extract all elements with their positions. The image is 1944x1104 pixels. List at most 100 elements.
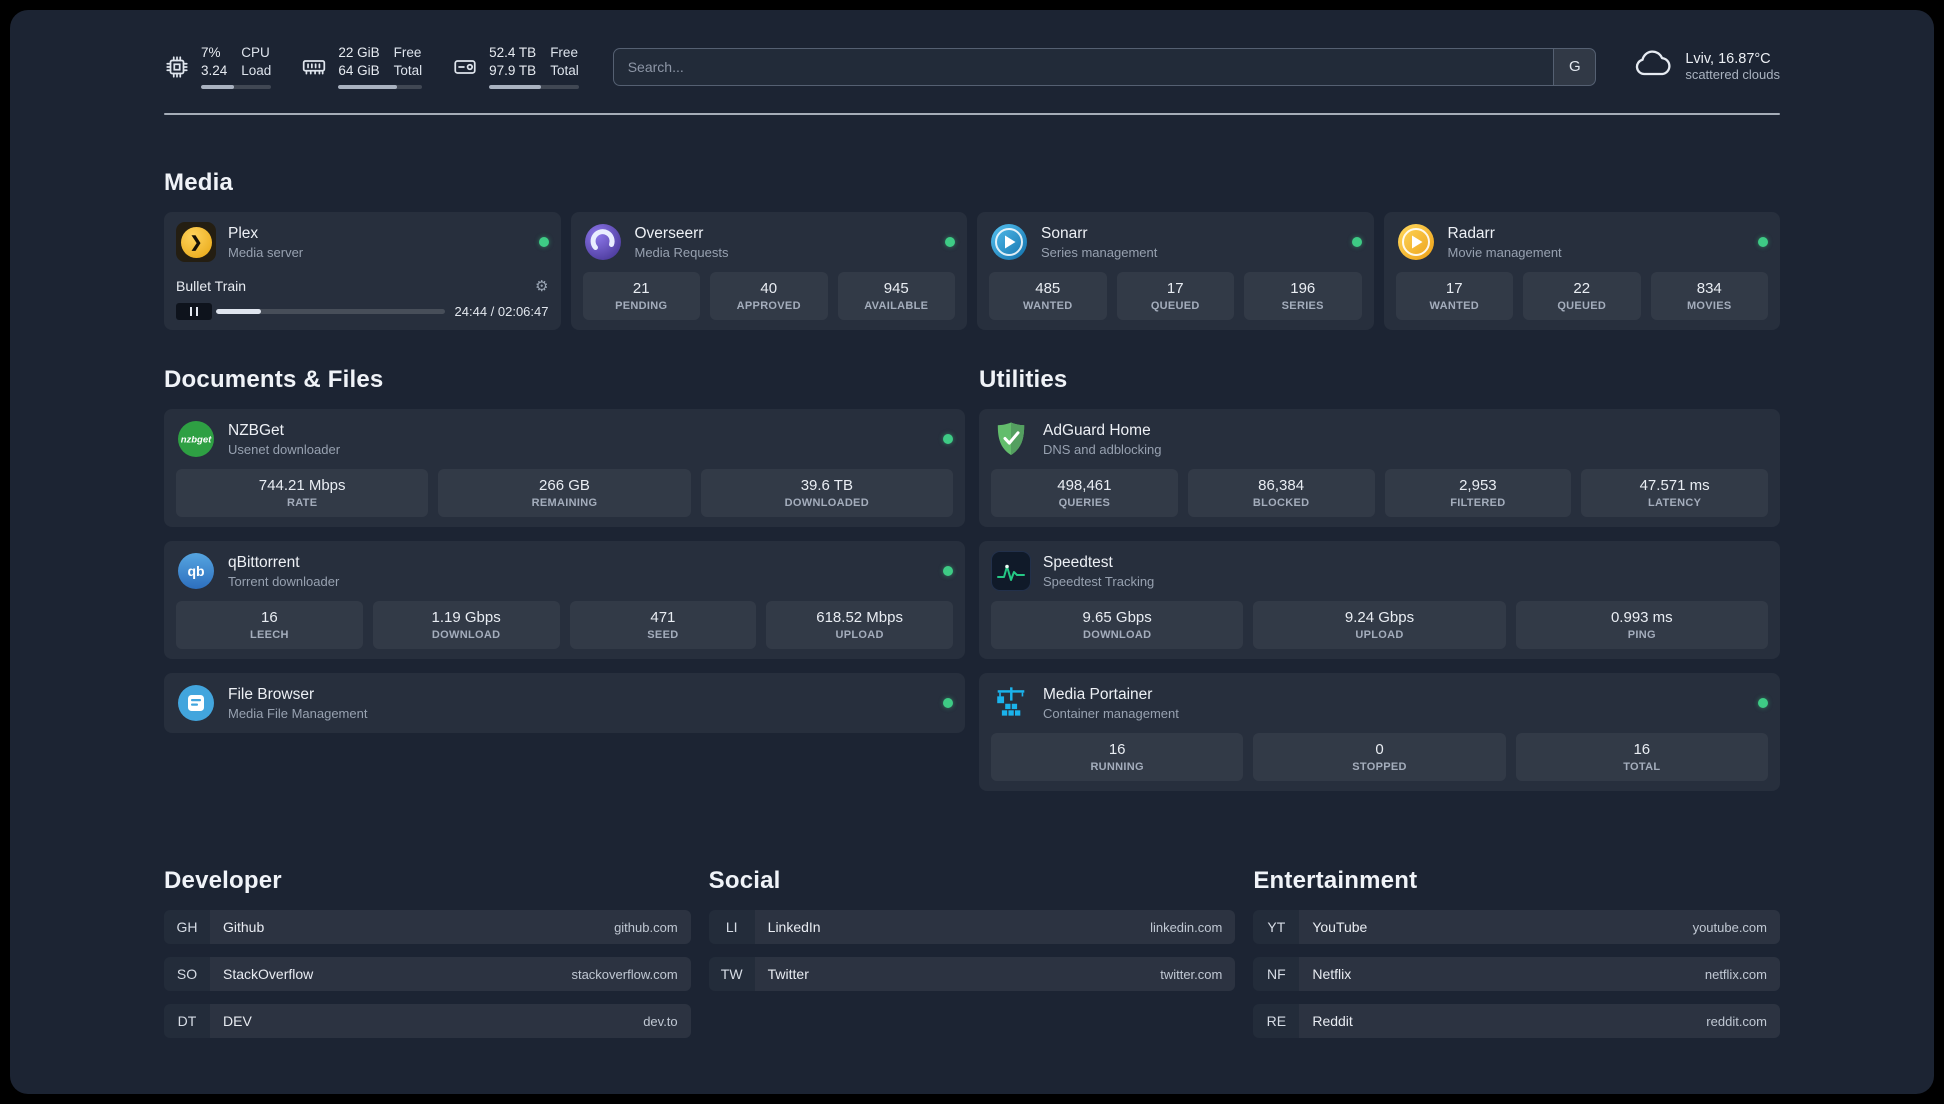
stat-tiles: 498,461 QUERIES 86,384 BLOCKED 2,953 FILTERED… (991, 459, 1768, 518)
stat-value: 834 (1696, 280, 1722, 298)
stat-tiles: 744.21 Mbps RATE 266 GB REMAINING 39.6 TB DOW… (176, 459, 953, 518)
bookmark-domain: netflix.com (1704, 966, 1767, 982)
gear-icon[interactable]: ⚙ (535, 279, 548, 294)
service-subtitle: DNS and adblocking (1043, 441, 1162, 457)
service-subtitle: Speedtest Tracking (1043, 573, 1155, 589)
bookmark-abbr: YT (1253, 910, 1300, 945)
service-card-nzbget[interactable]: nzbget NZBGet Usenet downloader 744.21 Mbps… (164, 409, 965, 528)
bookmark-domain: twitter.com (1160, 966, 1223, 982)
service-subtitle: Media server (228, 244, 304, 260)
pause-button[interactable] (176, 303, 212, 321)
filebrowser-icon (176, 683, 216, 723)
bookmark-body: Reddit reddit.com (1299, 1004, 1780, 1039)
stat-value: 196 (1290, 280, 1316, 298)
service-name: qBittorrent (228, 553, 300, 571)
bookmark-list: GH Github github.com SO StackOverflow stackov… (164, 910, 691, 1039)
bookmark-body: DEV dev.to (210, 1004, 691, 1039)
service-card-adguard[interactable]: AdGuard Home DNS and adblocking 498,461 QUE… (979, 409, 1780, 528)
service-text: Plex Media server (228, 225, 303, 260)
bookmark-row[interactable]: YT YouTube youtube.com (1253, 910, 1780, 945)
search-input[interactable] (613, 48, 1554, 85)
status-dot (945, 237, 955, 248)
service-text: File Browser Media File Management (228, 686, 367, 721)
stat-value: 9.65 Gbps (1082, 609, 1152, 627)
bookmark-row[interactable]: DT DEV dev.to (164, 1004, 691, 1039)
stat-value: 17 (1445, 280, 1463, 298)
stat-label: DOWNLOAD (431, 629, 501, 642)
stat-tile: 16 LEECH (176, 601, 363, 650)
bookmark-abbr: NF (1253, 957, 1300, 992)
stat-tile: 196 SERIES (1244, 272, 1362, 321)
search-provider-button[interactable]: G (1553, 48, 1596, 85)
bookmark-row[interactable]: TW Twitter twitter.com (708, 957, 1236, 992)
stat-value: 1.19 Gbps (431, 609, 501, 627)
bookmark-row[interactable]: SO StackOverflow stackoverflow.com (164, 957, 691, 992)
service-header: nzbget NZBGet Usenet downloader (176, 419, 953, 459)
bookmark-body: Github github.com (210, 910, 691, 945)
service-subtitle: Container management (1043, 705, 1179, 721)
bookmark-domain: dev.to (643, 1013, 678, 1029)
stat-tile: 485 WANTED (989, 272, 1107, 321)
bookmark-abbr: TW (708, 957, 755, 992)
stat-value: 21 (632, 280, 650, 298)
portainer-icon (991, 683, 1031, 723)
dashboard-content: 7% 3.24 CPU Load 22 GiB 64 GiB Free Total 52.4 T… (164, 10, 1780, 1051)
stat-label: UPLOAD (835, 629, 884, 642)
stat-tile: 40 APPROVED (710, 272, 828, 321)
service-card-plex[interactable]: ❯ Plex Media server Bullet Train ⚙ 24:44 / 02… (164, 212, 561, 331)
stat-label: QUERIES (1058, 497, 1111, 510)
bookmark-name: DEV (223, 1013, 252, 1030)
resource-label: Free (393, 45, 422, 60)
service-text: Media Portainer Container management (1043, 686, 1179, 721)
service-name: Media Portainer (1043, 685, 1153, 703)
service-subtitle: Media Requests (634, 244, 729, 260)
media-cards: ❯ Plex Media server Bullet Train ⚙ 24:44 / 02… (164, 212, 1780, 331)
service-name: Radarr (1447, 224, 1495, 242)
stat-value: 471 (650, 609, 676, 627)
stat-tiles: 21 PENDING 40 APPROVED 945 AVAILABLE (582, 262, 955, 321)
service-name: Plex (228, 224, 259, 242)
resource-label: Total (550, 62, 579, 78)
stat-label: FILTERED (1450, 497, 1506, 510)
service-name: Overseerr (634, 224, 704, 242)
disk-icon (452, 54, 478, 80)
service-card-radarr[interactable]: Radarr Movie management 17 WANTED 22 QUEUED 83… (1383, 212, 1780, 331)
status-dot (943, 434, 953, 445)
service-card-overseerr[interactable]: Overseerr Media Requests 21 PENDING 40 APPROV… (570, 212, 967, 331)
stat-value: 744.21 Mbps (258, 477, 346, 495)
resource-widget: 7% 3.24 CPU Load (164, 44, 272, 90)
bookmark-row[interactable]: RE Reddit reddit.com (1253, 1004, 1780, 1039)
service-card-sonarr[interactable]: Sonarr Series management 485 WANTED 17 QUEUED… (977, 212, 1374, 331)
stat-tile: 9.65 Gbps DOWNLOAD (991, 601, 1244, 650)
service-card-speedtest[interactable]: Speedtest Speedtest Tracking 9.65 Gbps DOWN… (979, 541, 1780, 660)
status-dot (1758, 237, 1768, 248)
bookmark-abbr: SO (164, 957, 210, 992)
media-player: Bullet Train ⚙ 24:44 / 02:06:47 (176, 270, 549, 321)
stat-tile: 945 AVAILABLE (837, 272, 955, 321)
bookmark-row[interactable]: LI LinkedIn linkedin.com (708, 910, 1236, 945)
bookmark-name: Twitter (767, 966, 809, 983)
overseerr-icon (583, 222, 623, 262)
service-header: File Browser Media File Management (176, 683, 953, 723)
service-text: qBittorrent Torrent downloader (228, 554, 339, 589)
search-bar[interactable]: G (612, 47, 1597, 86)
stat-tile: 266 GB REMAINING (438, 469, 691, 518)
service-card-qbittorrent[interactable]: qb qBittorrent Torrent downloader 16 LEECH 1.… (164, 541, 965, 660)
stat-label: UPLOAD (1355, 629, 1404, 642)
resource-value: 64 GiB (338, 62, 380, 78)
stat-tile: 17 QUEUED (1116, 272, 1234, 321)
playback-progress-bar[interactable] (216, 309, 445, 315)
bookmark-domain: reddit.com (1706, 1013, 1767, 1029)
stat-label: RATE (287, 497, 318, 510)
stat-tile: 1.19 Gbps DOWNLOAD (372, 601, 560, 650)
stat-label: BLOCKED (1252, 497, 1310, 510)
bookmark-row[interactable]: NF Netflix netflix.com (1253, 957, 1780, 992)
resource-progress-bar (489, 84, 579, 90)
bookmark-body: StackOverflow stackoverflow.com (210, 957, 691, 992)
service-card-filebrowser[interactable]: File Browser Media File Management (164, 673, 965, 734)
stat-tile: 0 STOPPED (1253, 733, 1506, 782)
stat-label: LATENCY (1648, 497, 1702, 510)
bookmark-row[interactable]: GH Github github.com (164, 910, 691, 945)
svg-text:nzbget: nzbget (181, 435, 212, 446)
service-card-portainer[interactable]: Media Portainer Container management 16 RUN… (979, 673, 1780, 792)
